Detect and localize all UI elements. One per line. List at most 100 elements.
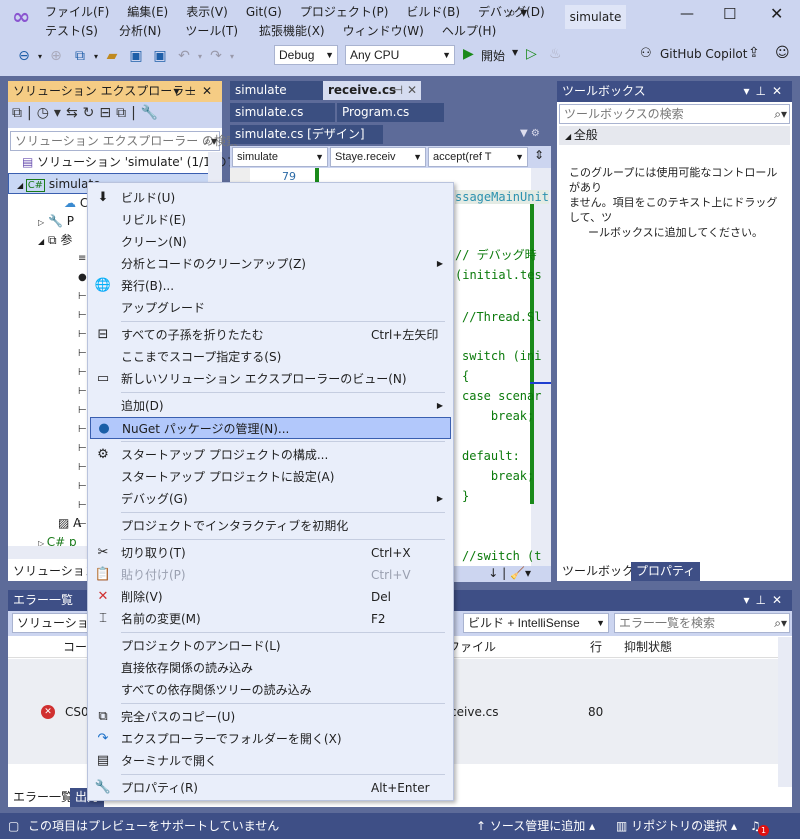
tab-properties[interactable]: プロパティ	[631, 562, 701, 581]
toolbox-group-general[interactable]: ◢ 全般	[559, 126, 790, 145]
tab-simulate[interactable]: simulate	[230, 81, 323, 100]
menu-view[interactable]: 表示(V)	[177, 3, 237, 21]
menu-build[interactable]: ビルド(B)	[397, 3, 469, 21]
class-nav-select[interactable]: Staye.receiv ▼	[330, 147, 426, 167]
menu-edit[interactable]: 編集(E)	[118, 3, 177, 21]
copilot-icon[interactable]: ⚇	[640, 46, 652, 61]
context-menu-item[interactable]: ↷ エクスプローラーでフォルダーを開く(X)	[88, 728, 453, 750]
close-window-button[interactable]: ✕	[770, 4, 783, 23]
context-menu-item[interactable]: クリーン(N)	[88, 231, 453, 253]
tab-simulate-designer[interactable]: simulate.cs [デザイン]	[230, 125, 383, 144]
error-list-search[interactable]: エラー一覧を検索 ⌕▾	[614, 613, 790, 633]
code-line: ssageMainUnit	[455, 190, 549, 204]
column-file[interactable]: ファイル	[448, 636, 496, 658]
configuration-select[interactable]: Debug ▼	[274, 45, 338, 65]
menu-window[interactable]: ウィンドウ(W)	[334, 22, 433, 40]
menu-help[interactable]: ヘルプ(H)	[433, 22, 505, 40]
context-menu-item[interactable]: リビルド(E)	[88, 209, 453, 231]
menu-project[interactable]: プロジェクト(P)	[291, 3, 398, 21]
menu-analyze[interactable]: 分析(N)	[107, 22, 173, 40]
context-menu-item[interactable]: 📋 貼り付け(P) Ctrl+V	[88, 564, 453, 586]
menu-git[interactable]: Git(G)	[237, 3, 291, 21]
arrow-down-icon[interactable]: ↓	[488, 566, 498, 580]
start-play-icon[interactable]: ▶	[463, 46, 474, 62]
tab-program-cs[interactable]: Program.cs	[337, 103, 444, 122]
context-menu-item[interactable]: ⧉ 完全パスのコピー(U)	[88, 706, 453, 728]
undo-icon[interactable]: ↶	[174, 48, 194, 64]
menu-item-label: 名前の変更(M)	[121, 612, 201, 626]
maximize-button[interactable]: ☐	[723, 5, 736, 23]
back-icon[interactable]: ⊖	[14, 48, 34, 64]
context-menu-item[interactable]: 分析とコードのクリーンアップ(Z) ▶	[88, 253, 453, 275]
context-menu-item[interactable]: 追加(D) ▶	[88, 395, 453, 417]
hot-reload-icon[interactable]: ♨	[549, 46, 562, 62]
column-line[interactable]: 行	[590, 636, 602, 658]
share-icon[interactable]: ⇪	[748, 45, 760, 61]
panel-window-buttons[interactable]: ▾⊥✕	[743, 81, 788, 102]
feedback-icon[interactable]: ☺	[775, 45, 790, 61]
references-icon: ⧉	[47, 233, 57, 247]
pin-close-icons[interactable]: ⊣ ✕	[393, 81, 417, 100]
panel-window-buttons[interactable]: ▾⊥✕	[743, 590, 788, 611]
tree-solution-row[interactable]: ▤ ソリューション 'simulate' (1/1 のプロ	[22, 152, 251, 173]
save-all-icon[interactable]: ▣	[150, 48, 170, 64]
redo-icon[interactable]: ↷	[206, 48, 226, 64]
tab-simulate-cs[interactable]: simulate.cs	[230, 103, 335, 122]
tab-receive-cs[interactable]: receive.cs ⊣ ✕	[323, 81, 421, 100]
build-filter-select[interactable]: ビルド + IntelliSense ▼	[463, 613, 609, 633]
context-menu-item[interactable]: ▭ 新しいソリューション エクスプローラーのビュー(N)	[88, 368, 453, 390]
context-menu-item[interactable]: ⚙ スタートアップ プロジェクトの構成...	[88, 444, 453, 466]
search-placeholder: ツールボックスの検索	[564, 107, 684, 121]
copilot-button[interactable]: GitHub Copilot	[660, 47, 747, 61]
menu-test[interactable]: テスト(S)	[36, 22, 107, 40]
tab-overflow-icon[interactable]: ▼ ⚙	[520, 128, 540, 139]
solution-explorer-search[interactable]: ソリューション エクスプローラー の検索 ⌕▾	[10, 131, 238, 151]
menu-extensions[interactable]: 拡張機能(X)	[250, 22, 334, 40]
menu-tools[interactable]: ツール(T)	[173, 22, 250, 40]
menu-item-label: ターミナルで開く	[121, 754, 218, 768]
forward-icon[interactable]: ⊕	[46, 48, 66, 64]
context-menu-item[interactable]: ▤ ターミナルで開く	[88, 750, 453, 772]
context-menu-item[interactable]: ⊟ すべての子孫を折りたたむ Ctrl+左矢印	[88, 324, 453, 346]
platform-select[interactable]: Any CPU ▼	[345, 45, 455, 65]
context-menu-item[interactable]: ここまでスコープ指定する(S)	[88, 346, 453, 368]
context-menu-item[interactable]: ⌶ 名前の変更(M) F2	[88, 608, 453, 630]
tab-error-list[interactable]: エラー一覧	[8, 788, 79, 807]
column-suppression[interactable]: 抑制状態	[624, 636, 672, 658]
context-menu-item[interactable]: デバッグ(G) ▶	[88, 488, 453, 510]
context-menu-item[interactable]: ✕ 削除(V) Del	[88, 586, 453, 608]
context-menu-item[interactable]: ✂ 切り取り(T) Ctrl+X	[88, 542, 453, 564]
context-menu-item[interactable]: プロジェクトでインタラクティブを初期化	[88, 515, 453, 537]
panel-window-buttons[interactable]: ▾⊥✕	[173, 81, 218, 102]
new-project-icon[interactable]: ⧉	[70, 48, 90, 64]
repository-button[interactable]: ▥ リポジトリの選択 ▴	[616, 813, 737, 839]
start-dropdown-icon[interactable]: ▼	[512, 48, 518, 57]
panel-title: ソリューション エクスプローラー	[13, 84, 197, 98]
source-control-button[interactable]: ↑ ソース管理に追加 ▴	[476, 813, 595, 839]
scope-select[interactable]: ソリューション全	[12, 613, 92, 633]
context-menu-item[interactable]: 🔧 プロパティ(R) Alt+Enter	[88, 777, 453, 799]
minimize-button[interactable]: —	[680, 6, 694, 22]
context-menu-item[interactable]: ● NuGet パッケージの管理(N)...	[90, 417, 451, 439]
save-icon[interactable]: ▣	[126, 48, 146, 64]
open-folder-icon[interactable]: ▰	[102, 48, 122, 64]
start-button[interactable]: 開始	[481, 47, 505, 64]
error-list-scrollbar[interactable]	[778, 637, 792, 787]
context-menu-item[interactable]: ⬇ ビルド(U)	[88, 187, 453, 209]
context-menu-item[interactable]: アップグレード	[88, 297, 453, 319]
context-menu-item[interactable]: 直接依存関係の読み込み	[88, 657, 453, 679]
context-menu-item[interactable]: 🌐 発行(B)...	[88, 275, 453, 297]
context-menu-item[interactable]: すべての依存関係ツリーの読み込み	[88, 679, 453, 701]
code-cleanup-icon[interactable]: 🧹▾	[510, 566, 531, 580]
editor-scrollbar[interactable]	[531, 168, 551, 566]
project-nav-select[interactable]: simulate ▼	[232, 147, 328, 167]
member-nav-select[interactable]: accept(ref T ▼	[428, 147, 528, 167]
toolbox-search[interactable]: ツールボックスの検索 ⌕▾	[559, 104, 790, 124]
split-icon[interactable]: ⇕	[534, 148, 544, 162]
context-menu-item[interactable]: スタートアップ プロジェクトに設定(A)	[88, 466, 453, 488]
search-icon[interactable]: ⌕ ▾	[508, 5, 527, 21]
solution-explorer-toolbar[interactable]: ⧉|◷▾⇆↻⊟⧉|🔧	[8, 102, 222, 128]
context-menu-item[interactable]: プロジェクトのアンロード(L)	[88, 635, 453, 657]
start-without-debugging-icon[interactable]: ▷	[526, 46, 537, 62]
menu-file[interactable]: ファイル(F)	[36, 3, 118, 21]
